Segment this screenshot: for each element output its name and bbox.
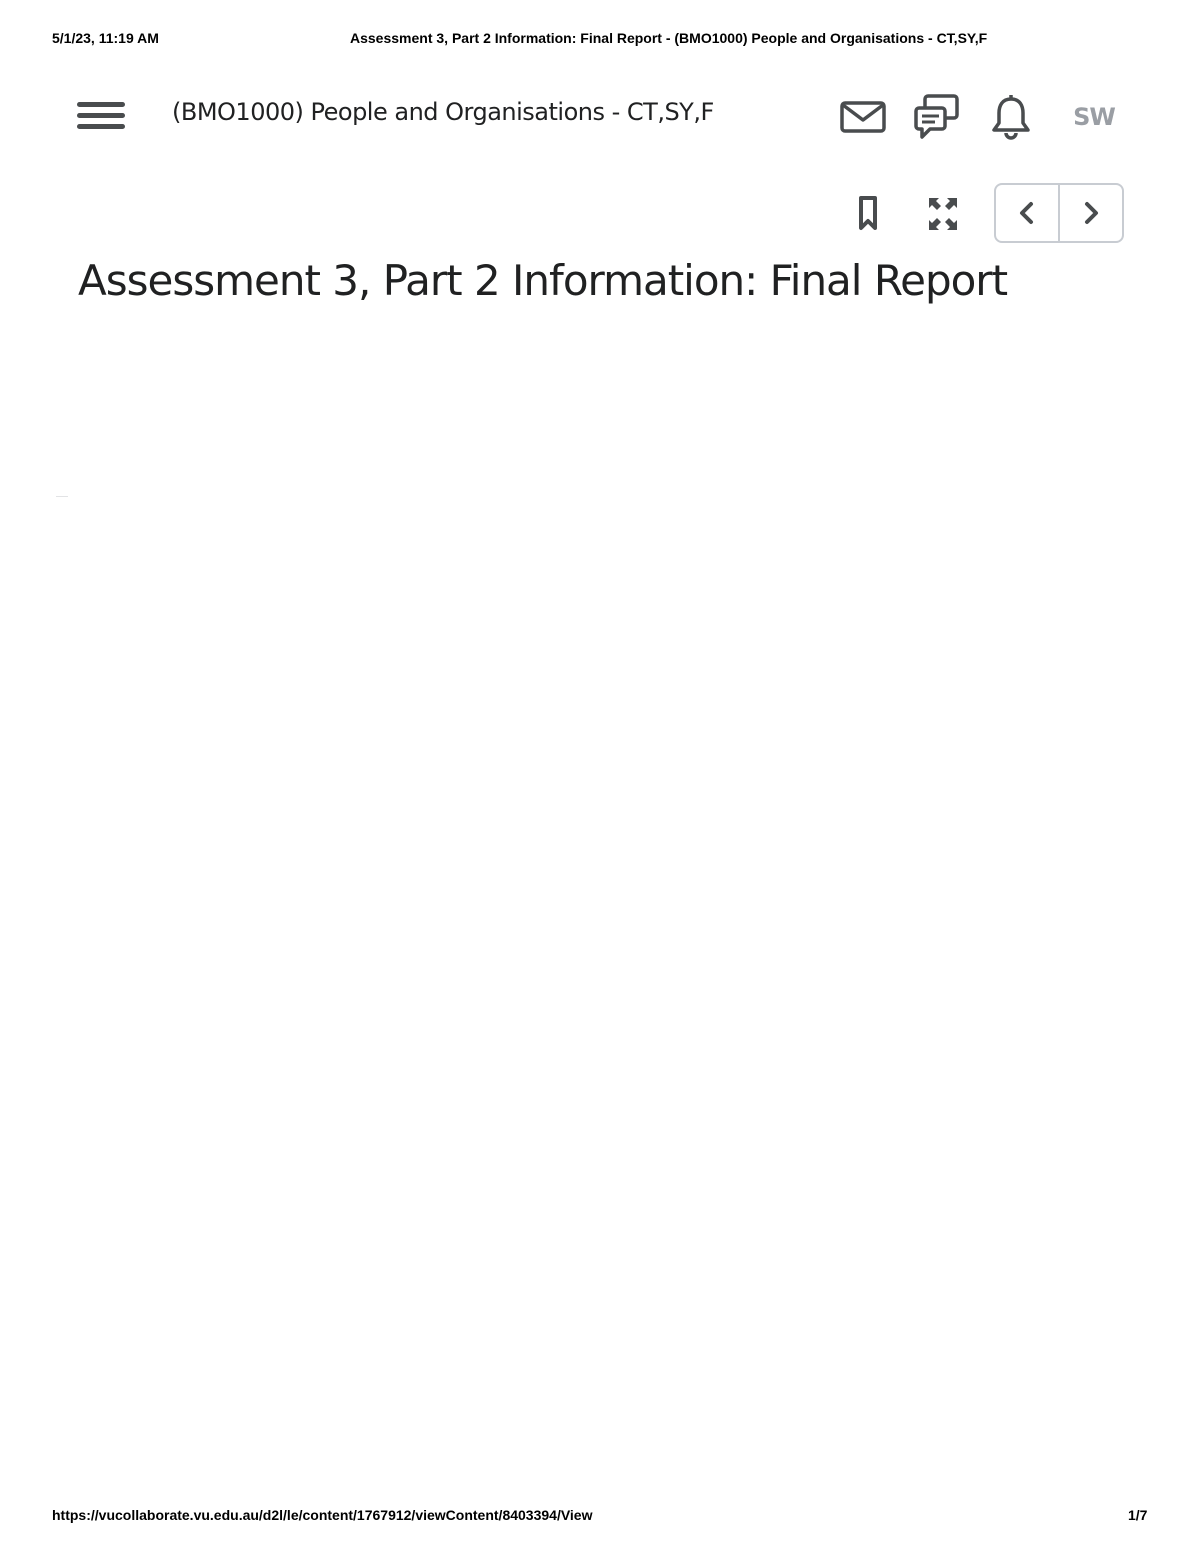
- content-toolbar: [0, 182, 1200, 246]
- chevron-left-icon: [1020, 202, 1033, 224]
- divider: [56, 496, 68, 497]
- chat-icon[interactable]: [912, 92, 962, 142]
- bookmark-icon[interactable]: [848, 192, 888, 236]
- print-url: https://vucollaborate.vu.edu.au/d2l/le/c…: [52, 1507, 593, 1523]
- chevron-right-icon: [1085, 202, 1098, 224]
- print-datetime: 5/1/23, 11:19 AM: [52, 30, 159, 46]
- fullscreen-icon[interactable]: [920, 192, 966, 236]
- bell-icon[interactable]: [986, 92, 1036, 142]
- print-header: 5/1/23, 11:19 AM Assessment 3, Part 2 In…: [0, 30, 1200, 50]
- hamburger-menu-icon[interactable]: [76, 98, 126, 134]
- avatar[interactable]: SW: [1064, 100, 1124, 134]
- previous-button[interactable]: [996, 185, 1060, 241]
- mail-icon[interactable]: [838, 92, 888, 142]
- print-page-number: 1/7: [1128, 1507, 1148, 1523]
- page-title: Assessment 3, Part 2 Information: Final …: [78, 256, 1008, 305]
- print-footer: https://vucollaborate.vu.edu.au/d2l/le/c…: [0, 1507, 1200, 1527]
- course-title[interactable]: (BMO1000) People and Organisations - CT,…: [172, 98, 714, 126]
- next-button[interactable]: [1060, 185, 1122, 241]
- print-document-title: Assessment 3, Part 2 Information: Final …: [350, 30, 988, 46]
- content-pager: [994, 183, 1124, 243]
- navbar: (BMO1000) People and Organisations - CT,…: [0, 86, 1200, 146]
